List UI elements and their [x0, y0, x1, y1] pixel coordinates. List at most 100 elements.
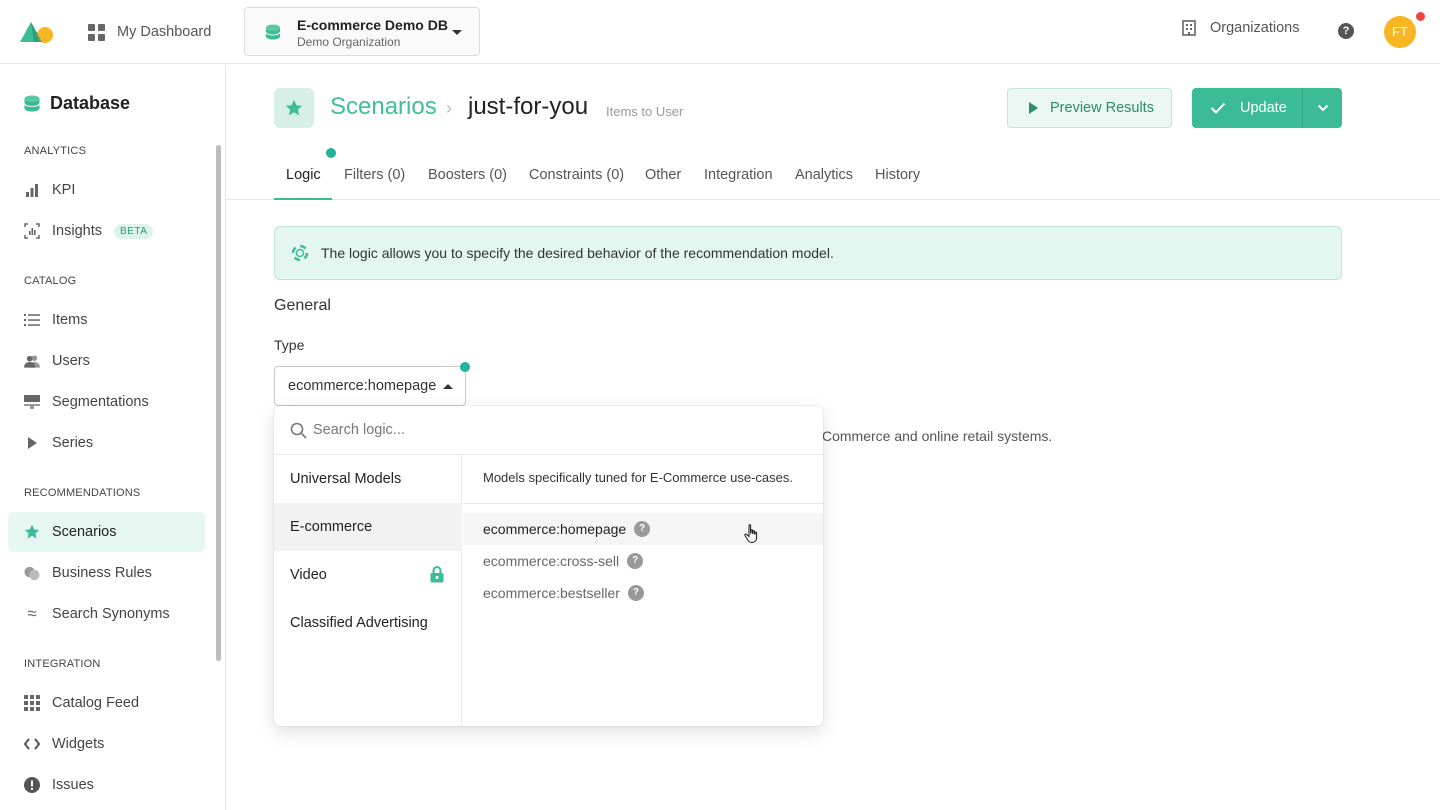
sidebar-item-business-rules[interactable]: Business Rules	[8, 553, 205, 593]
category-ecommerce[interactable]: E-commerce	[274, 503, 462, 551]
tab-filters[interactable]: Filters (0)	[344, 167, 405, 183]
preview-results-button[interactable]: Preview Results	[1007, 88, 1172, 128]
category-video[interactable]: Video	[274, 551, 462, 599]
sidebar-item-kpi[interactable]: KPI	[8, 170, 205, 210]
approx-icon: ≈	[27, 604, 37, 623]
tab-bar: Logic Filters (0) Boosters (0) Constrain…	[226, 148, 1440, 200]
chevron-down-icon	[1317, 104, 1328, 112]
section-analytics: ANALYTICS	[24, 145, 87, 157]
segmentation-icon	[24, 394, 40, 410]
logic-description-text: Commerce and online retail systems.	[822, 428, 1053, 444]
sidebar-item-label: Scenarios	[52, 524, 117, 540]
sidebar-item-label: Segmentations	[52, 394, 149, 410]
alert-icon	[24, 777, 40, 793]
sidebar-item-users[interactable]: Users	[8, 341, 205, 381]
top-bar: My Dashboard E-commerce Demo DB Demo Org…	[0, 0, 1440, 64]
tab-logic[interactable]: Logic	[286, 167, 321, 183]
organizations-label: Organizations	[1210, 20, 1300, 36]
dashboard-grid-icon	[88, 23, 105, 41]
sidebar-item-widgets[interactable]: Widgets	[8, 724, 205, 764]
star-icon	[24, 524, 40, 540]
sidebar-item-search-synonyms[interactable]: ≈ Search Synonyms	[8, 594, 205, 634]
option-label: ecommerce:cross-sell	[483, 553, 620, 569]
check-icon	[1210, 102, 1226, 114]
sidebar-item-label: Widgets	[52, 736, 105, 752]
sidebar-item-series[interactable]: Series	[8, 423, 205, 463]
sidebar-item-label: Issues	[52, 777, 94, 793]
option-ecommerce-bestseller[interactable]: ecommerce:bestseller ?	[463, 577, 823, 609]
update-options-button[interactable]	[1303, 88, 1342, 128]
category-classified-advertising[interactable]: Classified Advertising	[274, 599, 462, 647]
category-description: Models specifically tuned for E-Commerce…	[463, 455, 823, 504]
banner-text: The logic allows you to specify the desi…	[321, 245, 834, 261]
sidebar-item-segmentations[interactable]: Segmentations	[8, 382, 205, 422]
logic-category-list: Universal Models E-commerce Video Classi…	[274, 455, 462, 726]
sidebar-item-items[interactable]: Items	[8, 300, 205, 340]
my-dashboard-link[interactable]: My Dashboard	[88, 20, 211, 44]
type-label: Type	[274, 337, 305, 353]
active-tab-indicator	[274, 198, 332, 200]
help-icon[interactable]: ?	[634, 521, 651, 537]
help-icon[interactable]: ?	[1338, 23, 1354, 39]
sidebar-item-insights[interactable]: Insights BETA	[8, 211, 205, 251]
scenario-star-icon	[274, 88, 314, 128]
sidebar-item-catalog-feed[interactable]: Catalog Feed	[8, 683, 205, 723]
update-button-group: Update	[1192, 88, 1342, 128]
tab-integration[interactable]: Integration	[704, 167, 773, 183]
type-select-value: ecommerce:homepage	[288, 378, 437, 394]
tab-analytics[interactable]: Analytics	[795, 167, 853, 183]
breadcrumb-scenarios-link[interactable]: Scenarios	[330, 93, 437, 121]
lifebuoy-icon	[291, 244, 309, 262]
sidebar-item-label: Items	[52, 312, 88, 328]
sidebar-scrollbar[interactable]	[216, 145, 221, 661]
dashboard-label: My Dashboard	[117, 24, 212, 40]
database-selector[interactable]: E-commerce Demo DB Demo Organization	[244, 7, 480, 56]
users-icon	[24, 353, 40, 369]
breadcrumb-separator-icon: ›	[446, 98, 452, 118]
sidebar-item-scenarios[interactable]: Scenarios	[8, 512, 205, 552]
changed-indicator-dot	[460, 362, 470, 372]
update-button[interactable]: Update	[1192, 88, 1302, 128]
organization-name: Demo Organization	[297, 35, 401, 49]
lock-icon	[430, 566, 444, 583]
tab-history[interactable]: History	[875, 167, 920, 183]
unsaved-changes-dot	[326, 148, 336, 158]
sidebar-item-label: Users	[52, 353, 90, 369]
help-icon[interactable]: ?	[627, 585, 644, 601]
sidebar-title-label: Database	[50, 93, 131, 113]
option-label: ecommerce:homepage	[483, 521, 627, 537]
sidebar-title: Database	[24, 93, 130, 114]
scenario-type-label: Items to User	[606, 104, 684, 119]
organizations-link[interactable]: Organizations	[1182, 20, 1299, 36]
section-integration: INTEGRATION	[24, 658, 101, 670]
option-ecommerce-homepage[interactable]: ecommerce:homepage ?	[463, 513, 823, 545]
database-icon	[24, 95, 40, 111]
logic-search	[274, 406, 823, 455]
code-icon	[24, 736, 40, 752]
chevron-up-icon	[443, 384, 453, 389]
logic-option-list: Models specifically tuned for E-Commerce…	[463, 455, 823, 726]
app-logo[interactable]	[18, 16, 56, 46]
tab-constraints[interactable]: Constraints (0)	[529, 167, 624, 183]
grid-icon	[24, 695, 40, 711]
option-label: ecommerce:bestseller	[483, 585, 620, 601]
help-icon[interactable]: ?	[627, 553, 644, 569]
play-icon	[1029, 102, 1038, 114]
tab-boosters[interactable]: Boosters (0)	[428, 167, 507, 183]
page-title: just-for-you	[468, 93, 589, 120]
category-universal-models[interactable]: Universal Models	[274, 455, 462, 503]
user-avatar[interactable]: FT	[1384, 16, 1416, 48]
sidebar: Database ANALYTICS KPI Insights BETA CAT…	[0, 65, 226, 810]
sidebar-item-label: KPI	[52, 182, 76, 198]
preview-results-label: Preview Results	[1050, 100, 1154, 116]
tab-other[interactable]: Other	[645, 167, 681, 183]
sidebar-item-label: Search Synonyms	[52, 606, 170, 622]
hand-cursor-icon	[744, 524, 758, 543]
play-icon	[24, 435, 40, 451]
option-ecommerce-cross-sell[interactable]: ecommerce:cross-sell ?	[463, 545, 823, 577]
type-select[interactable]: ecommerce:homepage	[274, 366, 466, 406]
beta-badge: BETA	[113, 223, 154, 239]
logic-search-input[interactable]	[313, 418, 793, 442]
sidebar-item-issues[interactable]: Issues	[8, 765, 205, 805]
database-name: E-commerce Demo DB	[297, 17, 448, 33]
